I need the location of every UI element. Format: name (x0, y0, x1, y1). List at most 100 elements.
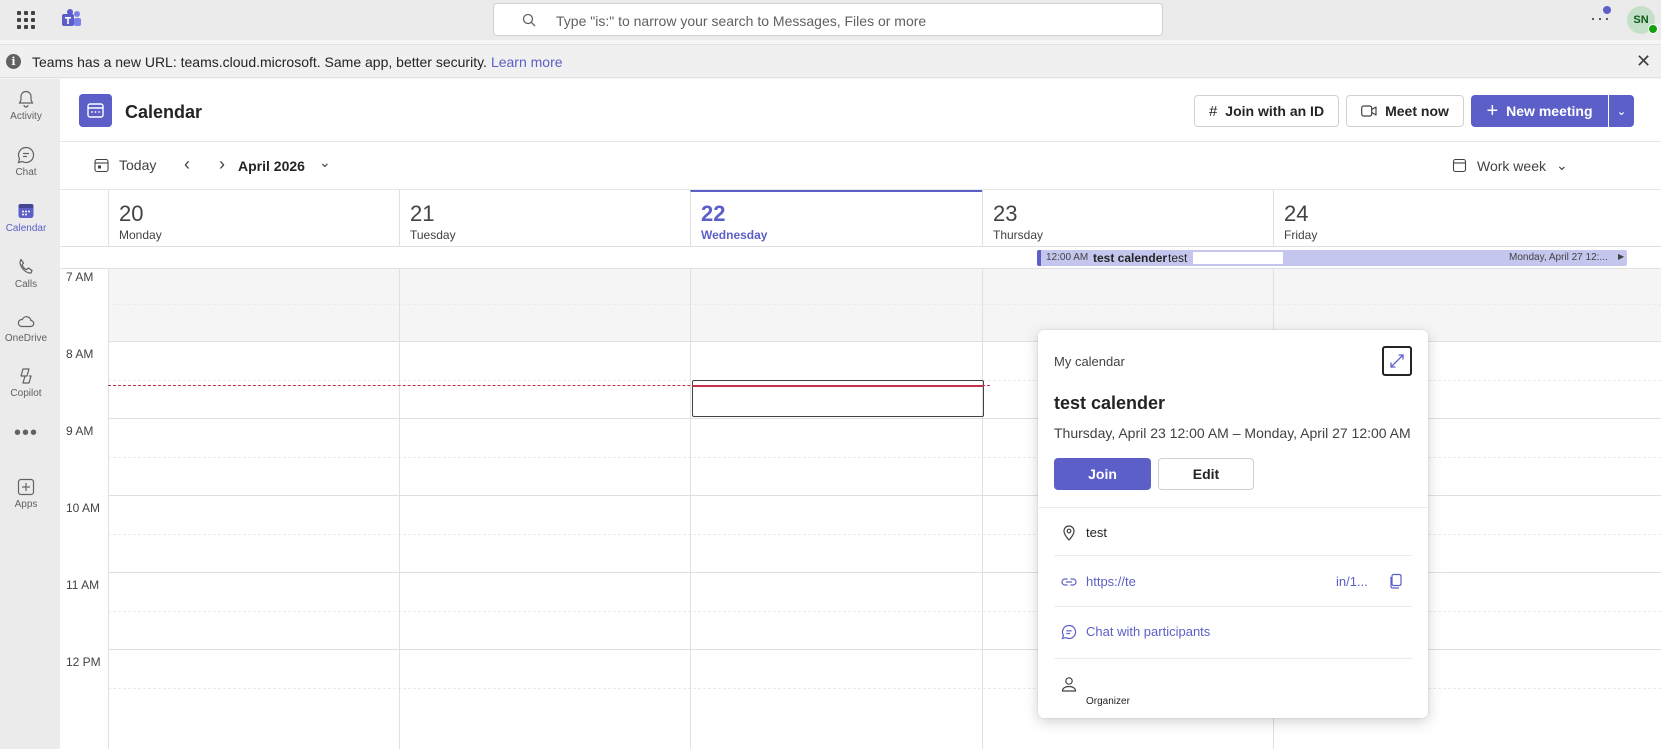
calendar-icon (18, 204, 34, 218)
join-with-id-button[interactable]: # Join with an ID (1194, 95, 1339, 127)
link-icon (1061, 578, 1077, 586)
day-header-friday[interactable]: 24 Friday (1273, 190, 1661, 247)
day-name: Tuesday (410, 228, 456, 242)
copilot-icon (20, 368, 32, 384)
teams-logo-icon (62, 9, 81, 26)
next-week-button[interactable]: › (219, 154, 225, 175)
rail-item-copilot[interactable]: Copilot (0, 360, 52, 410)
day-header-monday[interactable]: 20 Monday (108, 190, 399, 247)
view-icon (1452, 158, 1467, 173)
person-icon (1061, 677, 1077, 692)
rail-item-onedrive[interactable]: OneDrive (0, 305, 52, 355)
chat-with-participants-link[interactable]: Chat with participants (1086, 624, 1210, 639)
popup-location: test (1086, 525, 1107, 540)
join-with-id-label: Join with an ID (1225, 103, 1325, 119)
continues-arrow-icon: ▶ (1618, 252, 1625, 261)
day-header-wednesday[interactable]: 22 Wednesday (690, 190, 982, 247)
chat-icon (17, 146, 35, 164)
url-notice-banner: i Teams has a new URL: teams.cloud.micro… (0, 44, 1661, 78)
rail-item-apps[interactable]: Apps (0, 471, 52, 521)
hour-line (108, 495, 1661, 496)
chevron-down-icon: ⌄ (1616, 105, 1627, 118)
close-icon[interactable]: ✕ (1636, 51, 1651, 72)
redacted-block (1193, 252, 1283, 264)
presence-available-icon (1648, 24, 1658, 34)
rail-label: Apps (14, 499, 38, 510)
rail-label: OneDrive (4, 333, 48, 344)
expand-icon[interactable] (1382, 346, 1412, 376)
event-start-time: 12:00 AM (1046, 252, 1089, 263)
current-time-indicator (692, 385, 984, 387)
hour-line (108, 341, 1661, 342)
top-bar: Type "is:" to narrow your search to Mess… (0, 0, 1661, 40)
popup-event-range: Thursday, April 23 12:00 AM – Monday, Ap… (1054, 425, 1411, 441)
half-hour-line (108, 457, 1661, 458)
info-icon: i (6, 54, 21, 69)
calendar-today-icon (94, 158, 109, 172)
day-header-tuesday[interactable]: 21 Tuesday (399, 190, 690, 247)
search-input[interactable]: Type "is:" to narrow your search to Mess… (556, 13, 926, 29)
rail-more-apps[interactable]: ••• (0, 423, 52, 447)
rail-label: Calendar (5, 223, 47, 234)
hash-icon: # (1208, 102, 1218, 120)
calendar-header: Calendar # Join with an ID Meet now + Ne… (60, 79, 1661, 142)
calendar-app-icon (79, 94, 112, 127)
search-icon (522, 13, 536, 27)
half-hour-line (108, 611, 1661, 612)
new-meeting-dropdown[interactable]: ⌄ (1609, 95, 1634, 127)
plus-icon: + (1486, 100, 1499, 122)
popup-link-row[interactable]: https://te in/1... (1054, 557, 1412, 607)
event-location: test (1168, 251, 1188, 265)
notification-dot (1603, 6, 1611, 14)
rail-label: Activity (10, 111, 42, 122)
app-launcher-icon[interactable] (17, 11, 35, 29)
plus-square-icon (17, 478, 35, 496)
view-selector[interactable]: Work week ⌄ (1452, 157, 1568, 174)
meet-now-button[interactable]: Meet now (1346, 95, 1464, 127)
new-meeting-button[interactable]: + New meeting (1471, 95, 1608, 127)
day-name: Wednesday (701, 228, 768, 242)
popup-event-title: test calender (1054, 393, 1166, 413)
all-day-event[interactable]: 12:00 AM test calender test Monday, Apri… (1037, 250, 1627, 266)
meeting-link[interactable]: https://te (1086, 574, 1136, 589)
join-button[interactable]: Join (1054, 458, 1151, 490)
location-pin-icon (1063, 525, 1075, 541)
event-details-popup: My calendar test calender Thursday, Apri… (1038, 330, 1428, 718)
rail-item-chat[interactable]: Chat (0, 139, 52, 189)
page-title: Calendar (125, 102, 203, 122)
day-number: 22 (701, 201, 726, 226)
today-button[interactable]: Today (94, 157, 156, 173)
rail-item-activity[interactable]: Activity (0, 83, 52, 133)
rail-item-calendar[interactable]: Calendar (0, 195, 52, 245)
copy-icon[interactable] (1388, 573, 1404, 589)
half-hour-line (108, 304, 1661, 305)
learn-more-link[interactable]: Learn more (491, 54, 563, 70)
chevron-down-icon[interactable]: ⌄ (319, 154, 331, 171)
phone-icon (19, 258, 33, 274)
chevron-down-icon: ⌄ (1555, 157, 1568, 173)
popup-location-row: test (1054, 508, 1412, 556)
half-hour-line (108, 688, 1661, 689)
edit-button[interactable]: Edit (1158, 458, 1254, 490)
event-title: test calender (1093, 251, 1168, 265)
today-label: Today (119, 157, 157, 173)
day-column-divider (690, 269, 691, 749)
popup-calendar-name: My calendar (1054, 354, 1125, 369)
organizer-label: Organizer (1086, 696, 1130, 707)
rail-label: Chat (15, 167, 37, 178)
previous-week-button[interactable]: ‹ (184, 154, 190, 175)
day-name: Thursday (993, 228, 1044, 242)
new-meeting-label: New meeting (1506, 103, 1593, 119)
meeting-link-tail[interactable]: in/1... (1336, 574, 1368, 589)
search-box[interactable]: Type "is:" to narrow your search to Mess… (493, 3, 1163, 36)
day-name: Monday (119, 228, 162, 242)
day-column-divider (982, 269, 983, 749)
day-header-thursday[interactable]: 23 Thursday (982, 190, 1273, 247)
popup-chat-row[interactable]: Chat with participants (1054, 607, 1412, 659)
rail-label: Calls (14, 279, 38, 290)
video-camera-icon (1361, 105, 1377, 117)
month-picker[interactable]: April 2026 (238, 158, 305, 174)
rail-item-calls[interactable]: Calls (0, 251, 52, 301)
day-number: 21 (410, 201, 435, 226)
time-label: 10 AM (66, 501, 101, 515)
